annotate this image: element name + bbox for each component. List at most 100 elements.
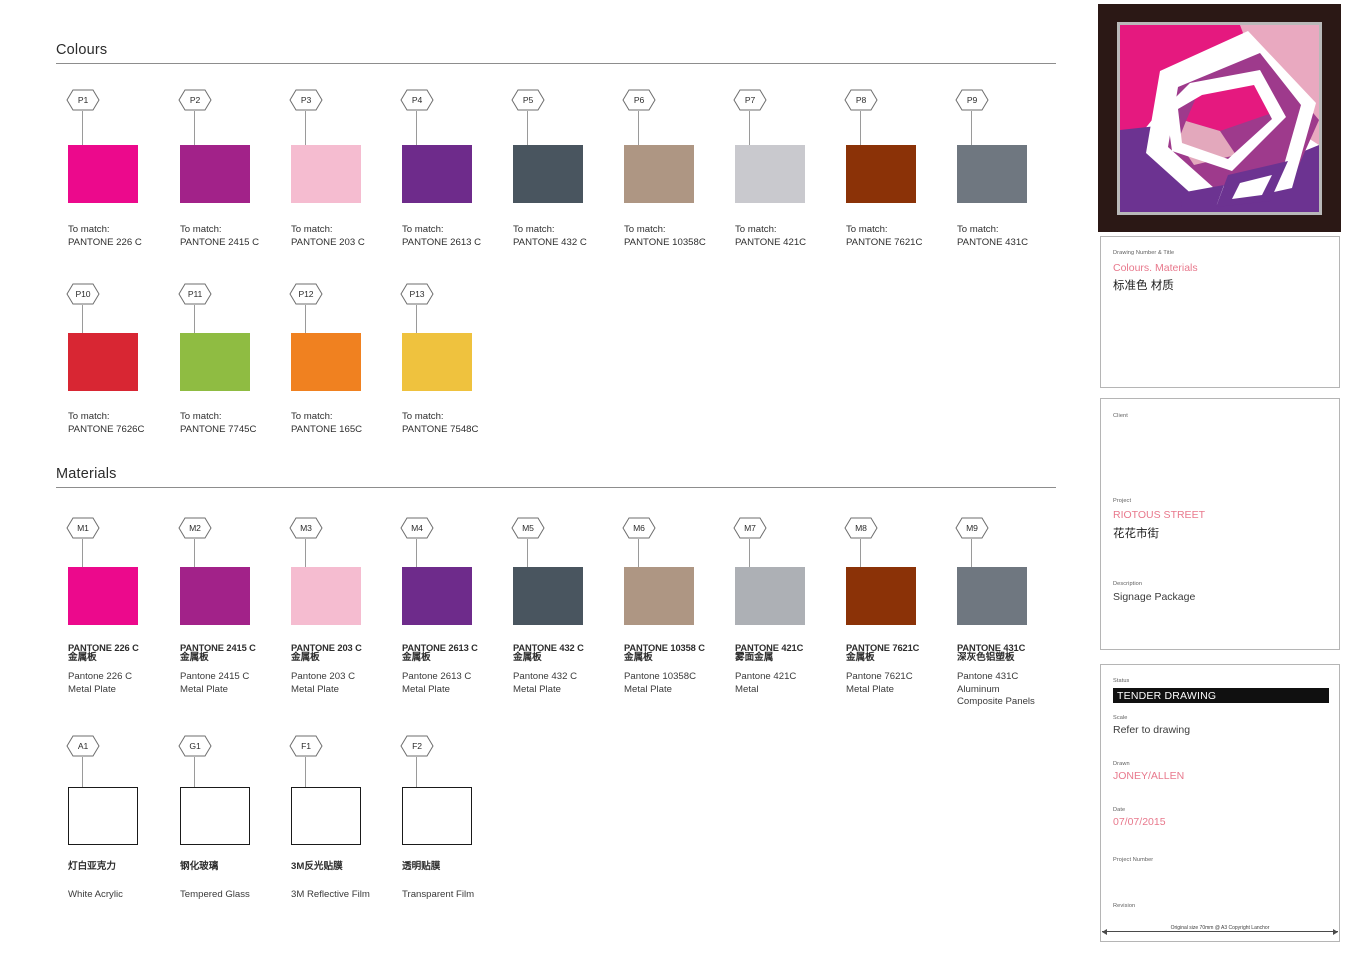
colour-tag-p1: P1 <box>66 89 100 111</box>
material-tag-m2: M2 <box>178 517 212 539</box>
colour-tag-p6: P6 <box>622 89 656 111</box>
leader-line <box>971 539 972 567</box>
colour-swatch-p9 <box>957 145 1027 203</box>
tag-label: P7 <box>744 95 756 105</box>
leader-line <box>305 305 306 335</box>
tag-label: M3 <box>300 523 312 533</box>
leader-line <box>416 305 417 335</box>
colour-tag-p12: P12 <box>289 283 323 305</box>
material-name-cn-m3: 金属板 <box>291 652 320 663</box>
material-desc-m7: Pantone 421C Metal <box>735 671 797 695</box>
material-desc-m3: Pantone 203 C Metal Plate <box>291 671 356 695</box>
colour-tag-p7: P7 <box>733 89 767 111</box>
tag-label: P5 <box>522 95 534 105</box>
tag-label: A1 <box>77 741 89 751</box>
colour-caption-p3: To match: PANTONE 203 C <box>291 224 365 248</box>
colour-tag-p9: P9 <box>955 89 989 111</box>
label-drawn: Drawn <box>1113 761 1130 767</box>
finish-tag-f2: F2 <box>400 735 434 757</box>
material-name-cn-m5: 金属板 <box>513 652 542 663</box>
leader-line <box>749 539 750 567</box>
material-swatch-m5 <box>513 567 583 625</box>
tag-label: F2 <box>412 741 422 751</box>
section-rule-materials <box>56 487 1056 488</box>
colour-swatch-p11 <box>180 333 250 391</box>
colour-swatch-p3 <box>291 145 361 203</box>
colour-tag-p11: P11 <box>178 283 212 305</box>
material-swatch-m3 <box>291 567 361 625</box>
material-swatch-m1 <box>68 567 138 625</box>
colour-tag-p8: P8 <box>844 89 878 111</box>
tag-label: P13 <box>409 289 425 299</box>
finish-swatch-a1 <box>68 787 138 845</box>
tag-label: P12 <box>298 289 314 299</box>
leader-line <box>527 539 528 567</box>
tag-label: P11 <box>187 289 203 299</box>
colour-caption-p7: To match: PANTONE 421C <box>735 224 807 248</box>
label-drawing-number-title: Drawing Number & Title <box>1113 250 1175 256</box>
section-header-materials: Materials <box>56 466 1056 488</box>
leader-line <box>638 111 639 147</box>
label-status: Status <box>1113 678 1130 684</box>
value-drawing-title-cn: 标准色 材质 <box>1113 280 1174 292</box>
finish-tag-f1: F1 <box>289 735 323 757</box>
tag-label: M5 <box>522 523 534 533</box>
tag-label: P4 <box>411 95 423 105</box>
leader-line <box>305 757 306 787</box>
material-desc-m4: Pantone 2613 C Metal Plate <box>402 671 472 695</box>
material-tag-m5: M5 <box>511 517 545 539</box>
leader-line <box>860 539 861 567</box>
colour-caption-p4: To match: PANTONE 2613 C <box>402 224 482 248</box>
material-tag-m9: M9 <box>955 517 989 539</box>
material-name-cn-m2: 金属板 <box>180 652 209 663</box>
scale-bar-arrow-right-icon <box>1333 928 1338 935</box>
colour-tag-p13: P13 <box>400 283 434 305</box>
tag-label: M7 <box>744 523 756 533</box>
finish-name-en-g1: Tempered Glass <box>180 889 250 900</box>
finish-name-en-a1: White Acrylic <box>68 889 123 900</box>
colour-swatch-p8 <box>846 145 916 203</box>
tag-label: P3 <box>300 95 312 105</box>
drawing-sheet: Colours Materials P1 To match: PANTONE 22… <box>0 0 1092 966</box>
leader-line <box>749 111 750 147</box>
material-tag-m7: M7 <box>733 517 767 539</box>
leader-line <box>194 757 195 787</box>
material-tag-m6: M6 <box>622 517 656 539</box>
material-desc-m1: Pantone 226 C Metal Plate <box>68 671 133 695</box>
colour-swatch-p5 <box>513 145 583 203</box>
material-swatch-m6 <box>624 567 694 625</box>
leader-line <box>638 539 639 567</box>
section-rule-colours <box>56 63 1056 64</box>
tag-label: M8 <box>855 523 867 533</box>
material-tag-m1: M1 <box>66 517 100 539</box>
leader-line <box>194 305 195 335</box>
colour-caption-p1: To match: PANTONE 226 C <box>68 224 142 248</box>
status-badge: TENDER DRAWING <box>1113 688 1329 703</box>
colour-swatch-p6 <box>624 145 694 203</box>
value-scale: Refer to drawing <box>1113 724 1191 736</box>
tag-label: P1 <box>77 95 89 105</box>
material-name-cn-m8: 金属板 <box>846 652 875 663</box>
abstract-rose-logo-icon <box>1120 25 1319 212</box>
finish-name-cn-f2: 透明贴膜 <box>402 861 441 872</box>
colour-tag-p10: P10 <box>66 283 100 305</box>
colour-caption-p8: To match: PANTONE 7621C <box>846 224 923 248</box>
tag-label: P9 <box>966 95 978 105</box>
colour-caption-p13: To match: PANTONE 7548C <box>402 411 479 435</box>
colour-swatch-p4 <box>402 145 472 203</box>
leader-line <box>305 539 306 567</box>
scale-bar-label: Original size 70mm @ A3 Copyright Lancho… <box>1167 925 1273 931</box>
material-name-cn-m4: 金属板 <box>402 652 431 663</box>
label-scale: Scale <box>1113 715 1128 721</box>
leader-line <box>860 111 861 147</box>
value-description: Signage Package <box>1113 591 1196 603</box>
value-drawing-title-en: Colours. Materials <box>1113 262 1198 274</box>
colour-caption-p6: To match: PANTONE 10358C <box>624 224 706 248</box>
colour-tag-p3: P3 <box>289 89 323 111</box>
colour-caption-p5: To match: PANTONE 432 C <box>513 224 587 248</box>
material-tag-m8: M8 <box>844 517 878 539</box>
leader-line <box>194 111 195 147</box>
leader-line <box>305 111 306 147</box>
colour-caption-p2: To match: PANTONE 2415 C <box>180 224 260 248</box>
scale-bar-arrow-left-icon <box>1102 928 1107 935</box>
